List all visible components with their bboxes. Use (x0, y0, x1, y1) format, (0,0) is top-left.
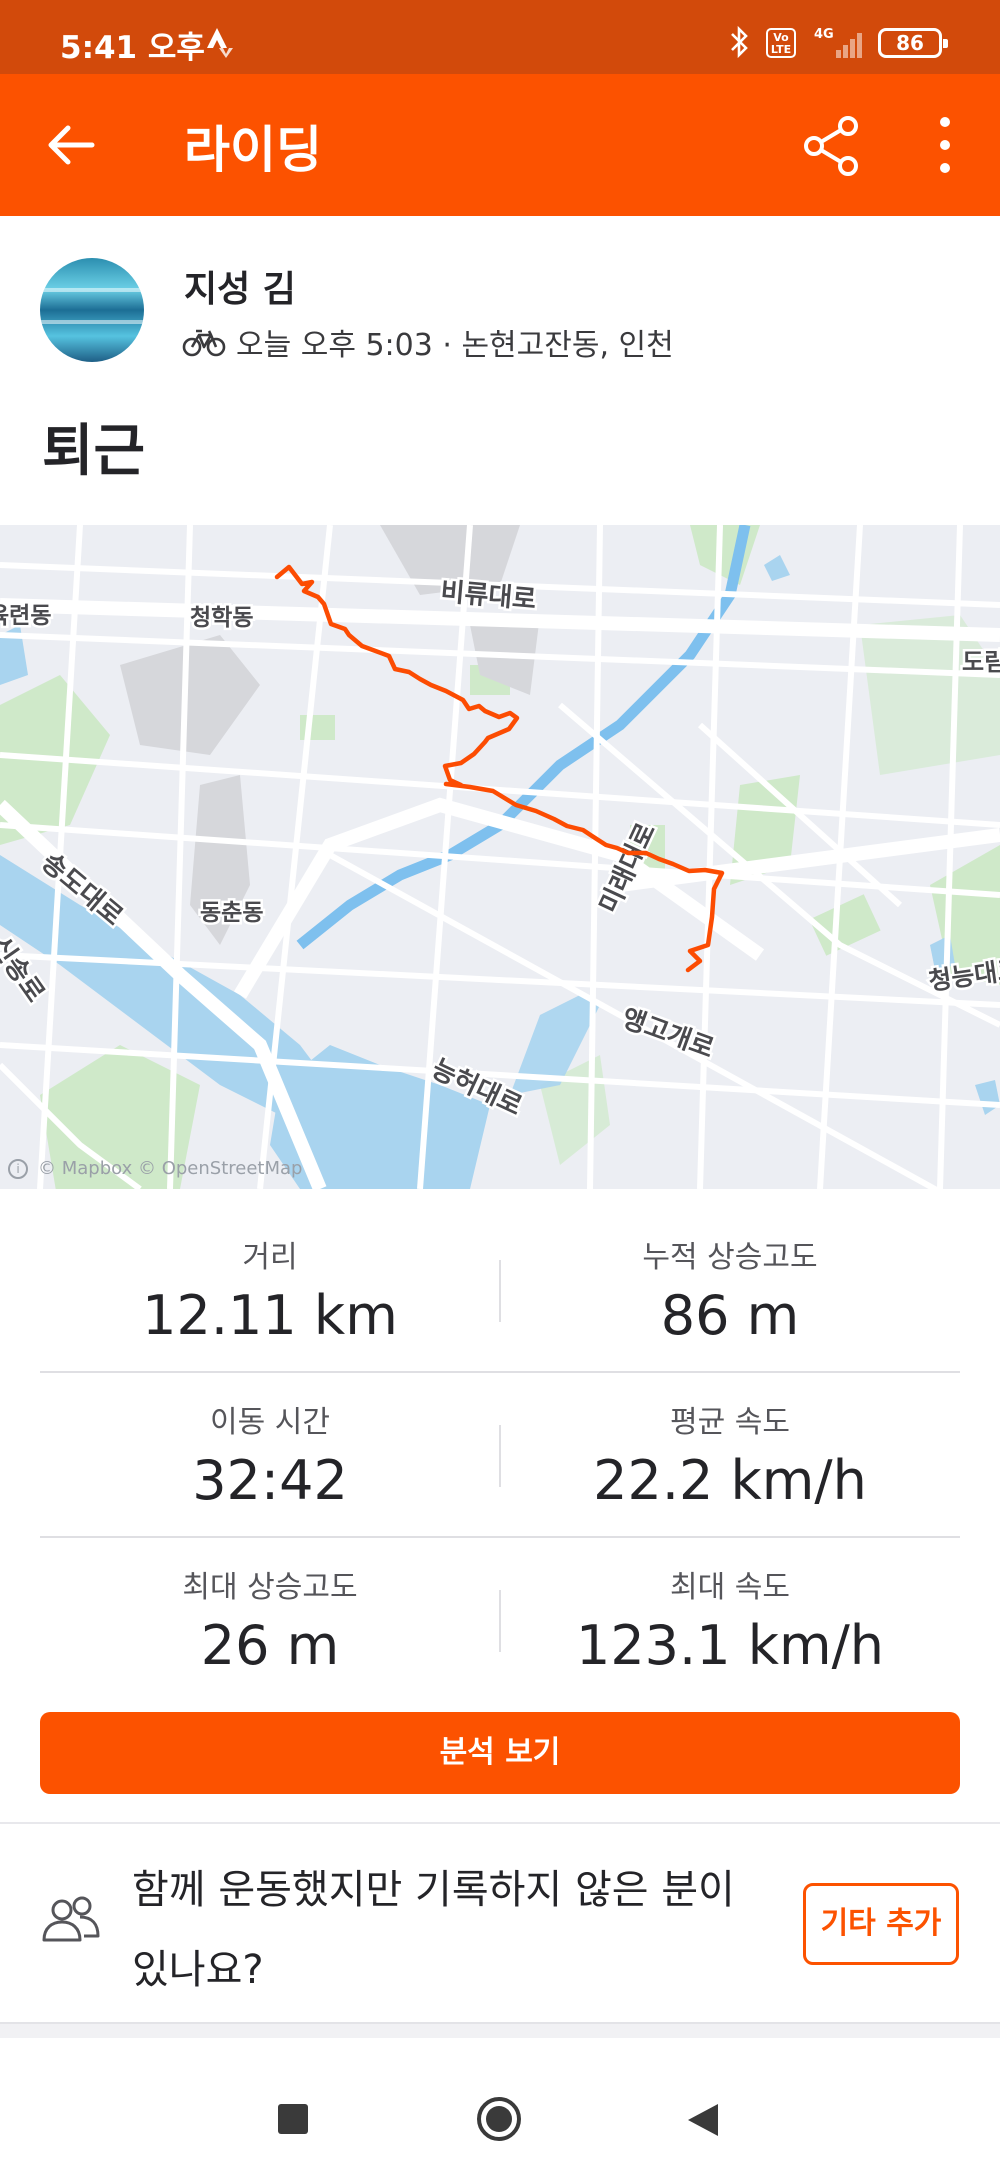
page-title: 라이딩 (184, 121, 322, 179)
stat-elevation-gain: 누적 상승고도 86 m (500, 1208, 960, 1347)
attribution-text: © Mapbox © OpenStreetMap (38, 1158, 303, 1179)
share-icon[interactable] (800, 114, 864, 178)
stat-label: 최대 속도 (670, 1570, 790, 1605)
stat-label: 거리 (242, 1240, 298, 1275)
nav-back-icon[interactable] (686, 2102, 720, 2138)
divider (0, 1822, 1000, 1824)
people-icon (42, 1896, 100, 1942)
map-label-dorim: 도림 (962, 648, 1000, 676)
stat-value: 32:42 (192, 1449, 348, 1512)
avatar[interactable] (40, 258, 144, 362)
stat-row: 최대 상승고도 26 m 최대 속도 123.1 km/h (40, 1538, 960, 1701)
stat-value: 86 m (660, 1284, 800, 1347)
home-icon[interactable] (476, 2096, 522, 2142)
recents-icon[interactable] (278, 2104, 308, 2134)
activity-meta-text: 오늘 오후 5:03 · 논현고잔동, 인천 (236, 328, 674, 363)
bike-icon (182, 329, 226, 357)
map-attribution[interactable]: i © Mapbox © OpenStreetMap (8, 1158, 302, 1179)
map-label-cheonghak: 청학동 (190, 605, 253, 631)
add-other-button[interactable]: 기타 추가 (803, 1883, 959, 1965)
status-time: 5:41 오후 (60, 30, 205, 66)
stat-row: 거리 12.11 km 누적 상승고도 86 m (40, 1208, 960, 1373)
stat-value: 26 m (200, 1614, 340, 1677)
more-options-icon[interactable] (922, 110, 968, 180)
info-icon[interactable]: i (8, 1158, 28, 1179)
map-label-yukryeon: 육련동 (0, 603, 51, 629)
add-athletes-prompt: 함께 운동했지만 기록하지 않은 분이 있나요? (132, 1867, 735, 1993)
stat-label: 평균 속도 (670, 1405, 790, 1440)
activity-title: 퇴근 (42, 419, 146, 484)
map-canvas: 육련동 청학동 비류대로 도림 동춘동 송도대로 신송로 미래대로 청능대로 앵… (0, 525, 1000, 1189)
stat-max-speed: 최대 속도 123.1 km/h (500, 1538, 960, 1677)
network-type: 4G (814, 27, 834, 42)
app-bar: 라이딩 (0, 74, 1000, 216)
map-label-biryu: 비류대로 (439, 577, 537, 615)
stat-moving-time: 이동 시간 32:42 (40, 1373, 500, 1512)
stat-distance: 거리 12.11 km (40, 1208, 500, 1347)
stat-label: 최대 상승고도 (182, 1570, 358, 1605)
bluetooth-icon (731, 25, 748, 59)
analyze-button[interactable]: 분석 보기 (40, 1712, 960, 1794)
battery-indicator: 86 (878, 28, 948, 58)
activity-meta: 오늘 오후 5:03 · 논현고잔동, 인천 (182, 322, 674, 363)
athlete-name[interactable]: 지성 김 (184, 260, 296, 312)
strava-notification-icon (207, 28, 233, 58)
stat-row: 이동 시간 32:42 평균 속도 22.2 km/h (40, 1373, 960, 1538)
system-nav-bar (0, 2038, 1000, 2167)
stat-max-elevation: 최대 상승고도 26 m (40, 1538, 500, 1677)
stat-label: 누적 상승고도 (642, 1240, 818, 1275)
route-map[interactable]: 육련동 청학동 비류대로 도림 동춘동 송도대로 신송로 미래대로 청능대로 앵… (0, 525, 1000, 1189)
back-arrow-icon[interactable] (44, 118, 98, 172)
signal-icon: 4G (814, 27, 862, 58)
status-bar: 5:41 오후 Vo LTE 4G 86 (0, 0, 1000, 74)
map-label-dongchun: 동춘동 (200, 900, 263, 926)
stat-label: 이동 시간 (210, 1405, 330, 1440)
stat-value: 12.11 km (142, 1284, 398, 1347)
stat-avg-speed: 평균 속도 22.2 km/h (500, 1373, 960, 1512)
stat-value: 123.1 km/h (575, 1614, 885, 1677)
stats-grid: 거리 12.11 km 누적 상승고도 86 m 이동 시간 32:42 평균 … (40, 1208, 960, 1701)
stat-value: 22.2 km/h (593, 1449, 867, 1512)
volte-icon: Vo LTE (766, 28, 796, 58)
